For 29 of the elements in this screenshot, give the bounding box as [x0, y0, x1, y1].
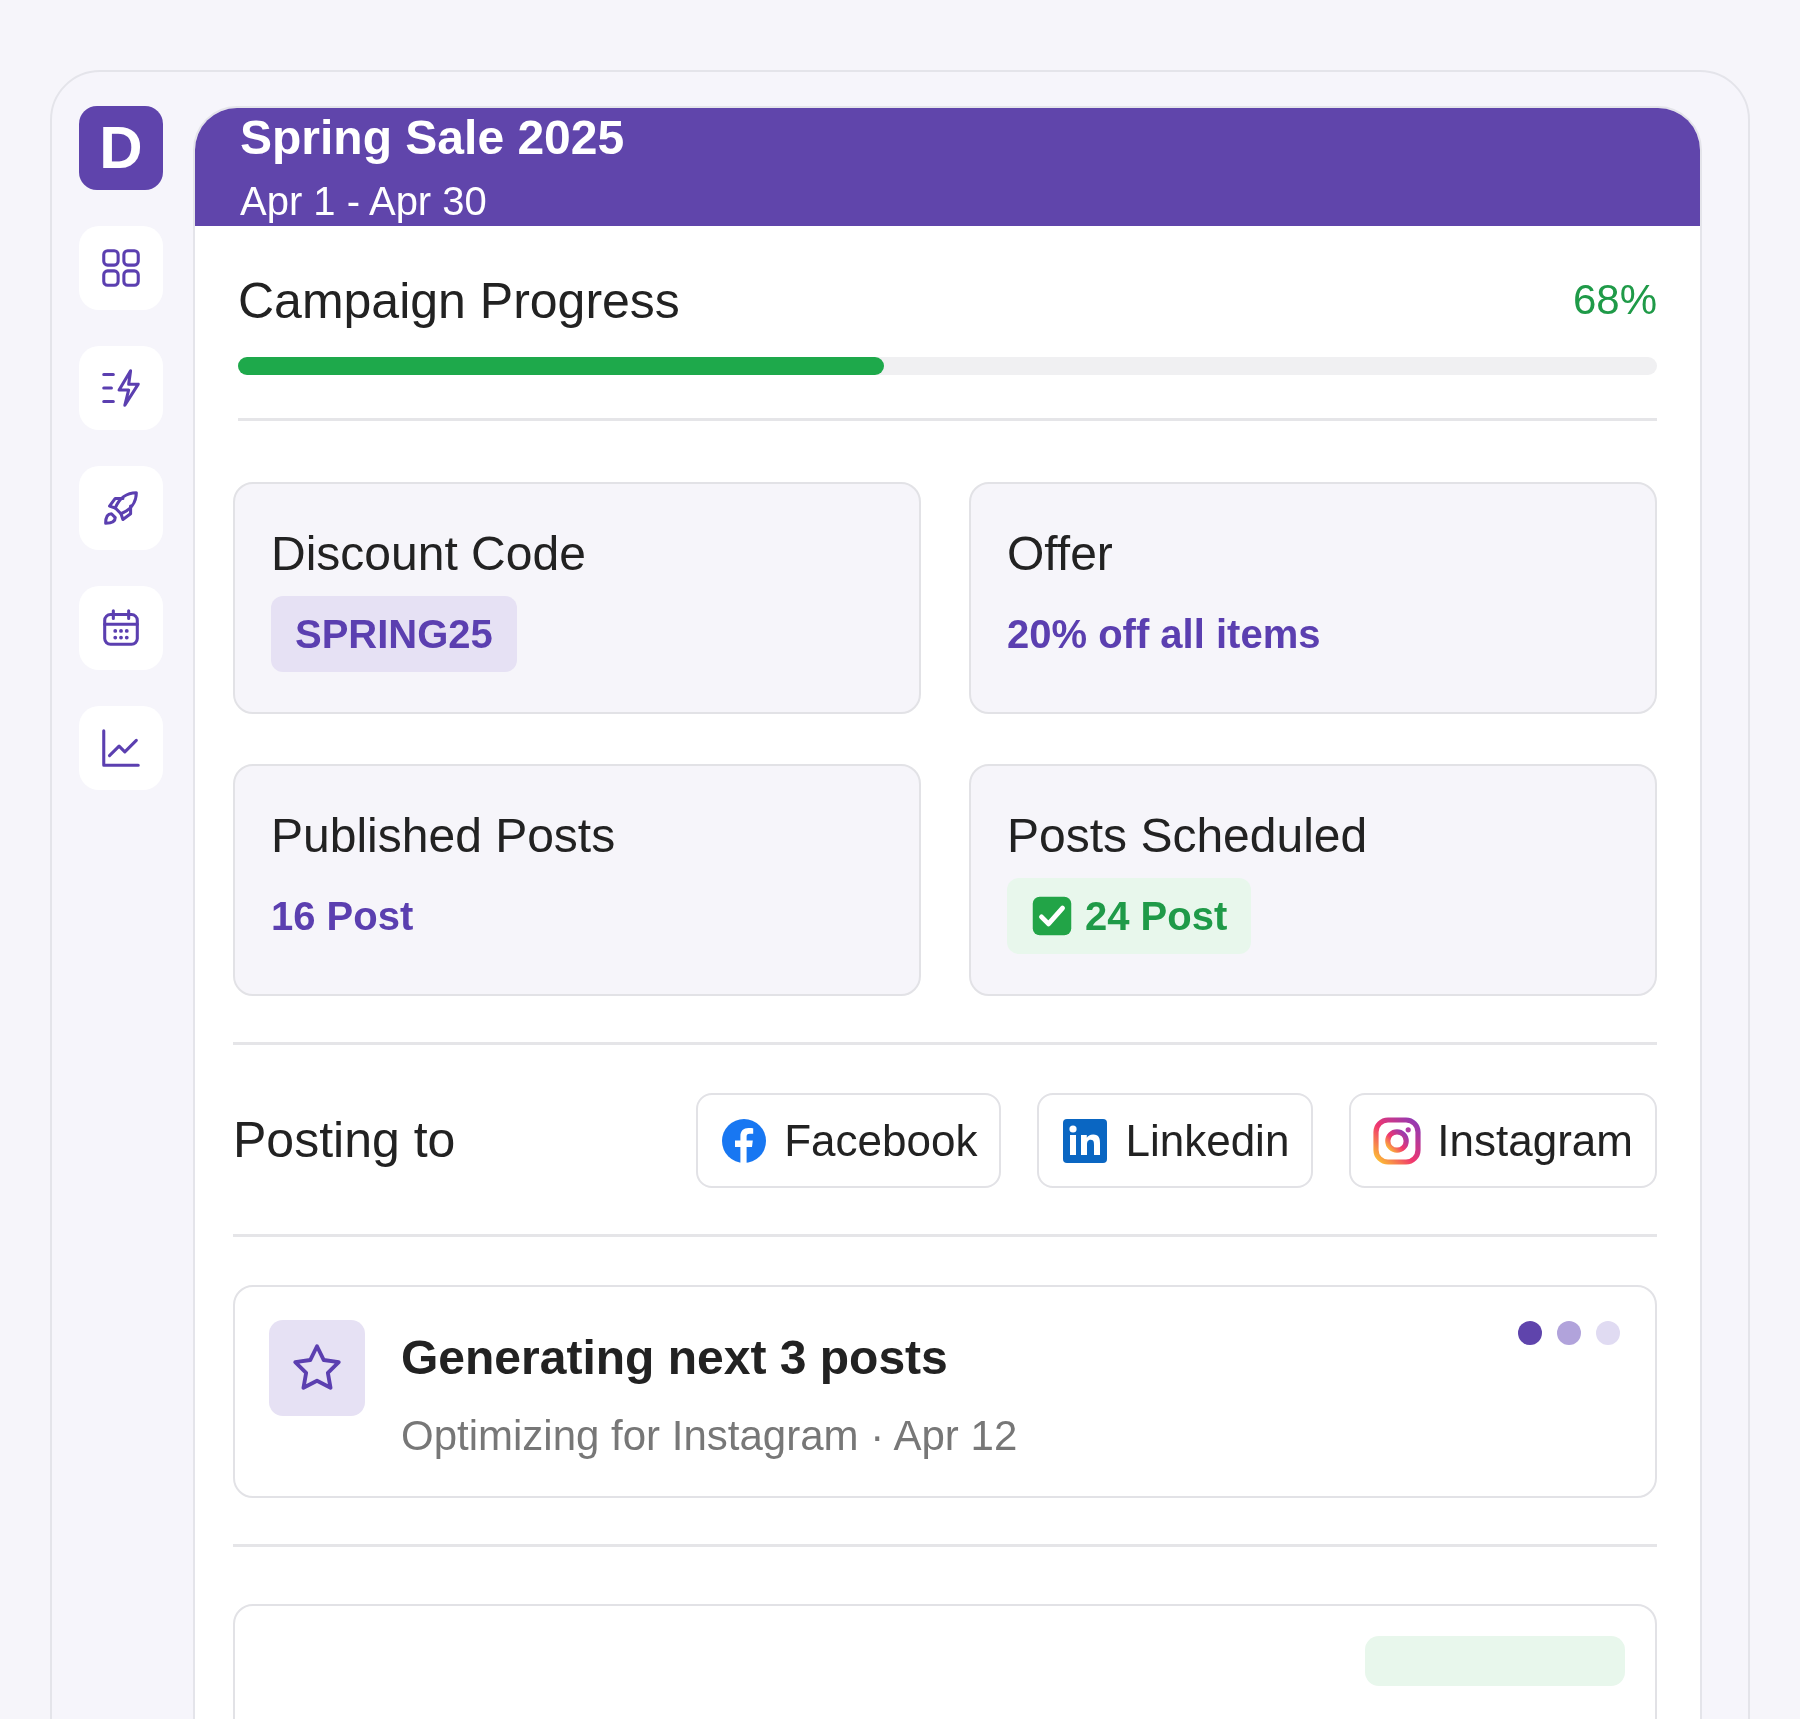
facebook-icon [720, 1116, 769, 1165]
progress-label: Campaign Progress [238, 272, 680, 331]
sidebar-button[interactable] [79, 466, 163, 550]
sidebar-button[interactable] [79, 226, 163, 310]
loading-dots-icon [1517, 1320, 1621, 1346]
campaign-dates: Apr 1 - Apr 30 [240, 178, 488, 225]
logo[interactable]: D [79, 106, 163, 190]
channel-chip[interactable]: Linkedin [1037, 1093, 1314, 1188]
card-label: Posts Scheduled [1007, 808, 1369, 864]
card-label: Discount Code [271, 526, 587, 582]
code-badge: SPRING25 [271, 596, 517, 672]
post-count: 24 Post [1085, 893, 1228, 940]
activity-title: Generating next 3 posts [401, 1330, 949, 1386]
sidebar-button[interactable] [79, 706, 163, 790]
sidebar-button[interactable] [79, 346, 163, 430]
progress-percent: 68% [1572, 275, 1657, 325]
channel-chip[interactable]: Instagram [1349, 1093, 1657, 1188]
sidebar-button[interactable] [79, 586, 163, 670]
card-value: 20% off all items [1007, 611, 1322, 658]
channel-chip[interactable]: Facebook [696, 1093, 1002, 1188]
card-label: Offer [1007, 526, 1114, 582]
linkedin-icon [1061, 1116, 1110, 1165]
check-mark-icon [1031, 895, 1073, 937]
campaign-title: Spring Sale 2025 [240, 110, 626, 166]
posting-label: Posting to [233, 1111, 457, 1170]
instagram-icon [1373, 1116, 1422, 1165]
card-label: Published Posts [271, 808, 617, 864]
card-value: 16 Post [271, 893, 415, 940]
activity-subtitle: Optimizing for Instagram · Apr 12 [401, 1411, 1019, 1461]
